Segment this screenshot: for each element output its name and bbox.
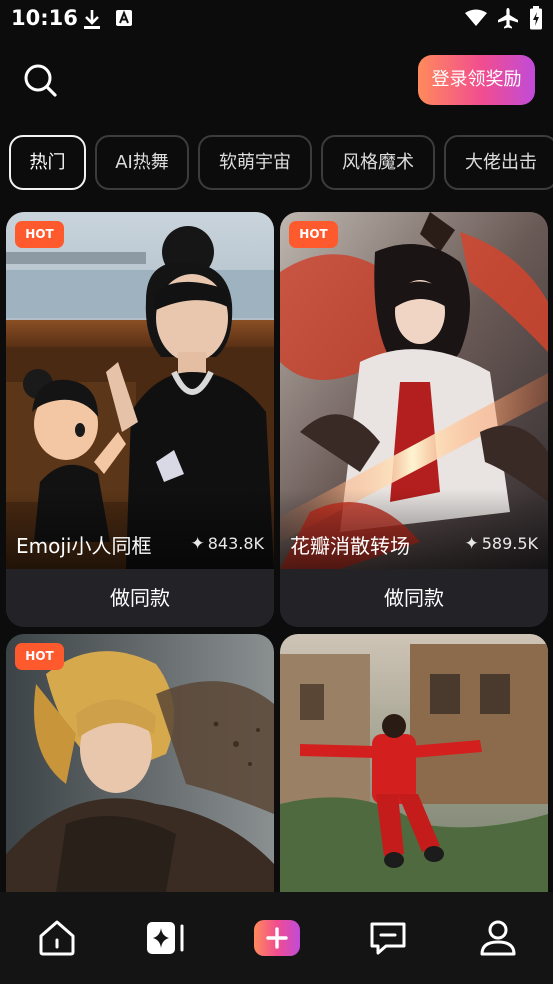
nav-messages[interactable] xyxy=(366,916,410,960)
card-title: Emoji小人同框 xyxy=(16,534,152,558)
usage-count: ✦ 589.5K xyxy=(464,534,538,554)
download-icon xyxy=(84,10,100,29)
nav-profile[interactable] xyxy=(476,916,520,960)
tab-cute-universe[interactable]: 软萌宇宙 xyxy=(198,135,312,190)
status-time: 10:16 xyxy=(11,6,78,30)
battery-charging-icon xyxy=(530,6,542,30)
card-title: 花瓣消散转场 xyxy=(290,534,410,558)
hot-badge: HOT xyxy=(15,221,64,248)
usage-count-value: 843.8K xyxy=(207,534,264,553)
search-button[interactable] xyxy=(20,60,60,100)
template-card[interactable]: HOT 花瓣消散转场 ✦ 589.5K 做同款 xyxy=(280,212,548,627)
tab-boss-attack[interactable]: 大佬出击 xyxy=(444,135,553,190)
nav-home[interactable] xyxy=(35,916,79,960)
make-same-button[interactable]: 做同款 xyxy=(6,569,274,627)
search-icon xyxy=(24,64,57,97)
usage-count: ✦ 843.8K xyxy=(190,534,264,554)
message-icon xyxy=(370,922,406,955)
plus-icon xyxy=(254,920,300,956)
airplane-icon xyxy=(498,8,518,29)
tab-style-magic[interactable]: 风格魔术 xyxy=(321,135,435,190)
sparkle-icon: ✦ xyxy=(190,534,205,554)
nav-ai-create[interactable] xyxy=(145,916,189,960)
usage-count-value: 589.5K xyxy=(481,534,538,553)
tab-ai-dance[interactable]: AI热舞 xyxy=(95,135,189,190)
template-card[interactable]: HOT xyxy=(6,634,274,892)
profile-icon xyxy=(480,920,516,956)
ai-create-icon xyxy=(147,922,184,954)
template-preview-image xyxy=(6,634,274,892)
template-card[interactable]: HOT Emoji小人同框 ✦ 843.8K 做同款 xyxy=(6,212,274,627)
sparkle-icon: ✦ xyxy=(464,534,479,554)
bottom-nav xyxy=(0,892,553,984)
wifi-icon xyxy=(465,9,487,26)
hot-badge: HOT xyxy=(15,643,64,670)
template-card[interactable] xyxy=(280,634,548,892)
template-preview-image xyxy=(280,634,548,892)
tab-hot[interactable]: 热门 xyxy=(9,135,86,190)
category-tabs: 热门 AI热舞 软萌宇宙 风格魔术 大佬出击 xyxy=(0,135,553,191)
home-icon xyxy=(39,920,75,956)
nav-create-plus[interactable] xyxy=(254,916,300,960)
login-reward-button[interactable]: 登录领奖励 xyxy=(418,55,535,105)
a-notification-icon xyxy=(116,10,132,26)
status-bar: 10:16 xyxy=(0,0,553,38)
make-same-button[interactable]: 做同款 xyxy=(280,569,548,627)
hot-badge: HOT xyxy=(289,221,338,248)
